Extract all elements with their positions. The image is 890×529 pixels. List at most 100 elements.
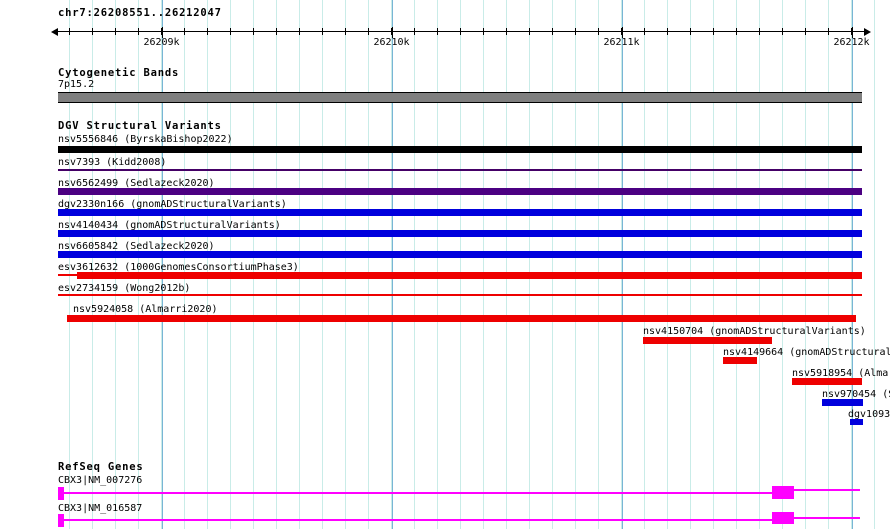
ruler-tick-minor xyxy=(368,28,370,35)
ruler-tick-minor xyxy=(483,28,485,35)
cytoband-name-label: 7p15.2 xyxy=(58,79,95,90)
gridline-minor xyxy=(575,0,577,529)
variant-bar[interactable] xyxy=(58,294,862,296)
ruler-tick-minor xyxy=(713,28,715,35)
variant-label[interactable]: nsv7393 (Kidd2008) xyxy=(58,157,166,168)
variant-bar[interactable] xyxy=(822,399,863,406)
gene-intron-line[interactable] xyxy=(794,489,860,491)
gridline-major xyxy=(621,0,623,529)
gene-exon[interactable] xyxy=(58,514,64,527)
gene-intron-line[interactable] xyxy=(794,517,860,519)
ruler-tick-minor xyxy=(598,28,600,35)
ruler-tick-minor xyxy=(276,28,278,35)
gene-label[interactable]: CBX3|NM_007276 xyxy=(58,475,142,486)
ruler-tick-label: 26209k xyxy=(143,37,180,48)
section-title-cytobands: Cytogenetic Bands xyxy=(58,67,180,79)
ruler-tick-minor xyxy=(437,28,439,35)
section-title-refseq: RefSeq Genes xyxy=(58,461,144,473)
ruler-tick-minor xyxy=(253,28,255,35)
section-title-dgv: DGV Structural Variants xyxy=(58,120,222,132)
gridline-minor xyxy=(713,0,715,529)
variant-bar[interactable] xyxy=(58,169,862,171)
gridline-minor xyxy=(644,0,646,529)
variant-bar[interactable] xyxy=(67,315,856,322)
variant-bar[interactable] xyxy=(723,357,757,364)
gridline-minor xyxy=(368,0,370,529)
ruler-tick-minor xyxy=(736,28,738,35)
ruler-tick-minor xyxy=(759,28,761,35)
ruler-tick-minor xyxy=(345,28,347,35)
variant-label[interactable]: nsv5924058 (Almarri2020) xyxy=(73,304,218,315)
gridline-minor xyxy=(322,0,324,529)
gridline-minor xyxy=(552,0,554,529)
ruler-tick-minor xyxy=(644,28,646,35)
ruler-tick-minor xyxy=(138,28,140,35)
ruler-tick-minor xyxy=(92,28,94,35)
ruler-tick-minor xyxy=(690,28,692,35)
variant-bar[interactable] xyxy=(77,272,862,279)
variant-label[interactable]: nsv5556846 (ByrskaBishop2022) xyxy=(58,134,233,145)
ruler-tick-minor xyxy=(69,28,71,35)
cytoband-bar[interactable] xyxy=(58,92,862,103)
genome-browser-canvas: 26209k 26210k 26211k 26212k chr7:26208551..… xyxy=(0,0,890,529)
ruler-arrow-left xyxy=(51,28,58,36)
ruler-tick-minor xyxy=(782,28,784,35)
ruler-tick-minor xyxy=(460,28,462,35)
ruler-tick-label: 26211k xyxy=(603,37,640,48)
gridline-minor xyxy=(529,0,531,529)
gridline-minor xyxy=(759,0,761,529)
variant-label[interactable]: nsv4150704 (gnomADStructuralVariants) xyxy=(643,326,866,337)
gridline-minor xyxy=(483,0,485,529)
ruler-tick-minor xyxy=(230,28,232,35)
ruler-tick-minor xyxy=(575,28,577,35)
gridline-minor xyxy=(828,0,830,529)
gridline-minor xyxy=(506,0,508,529)
gridline-minor xyxy=(805,0,807,529)
ruler-tick-label: 26212k xyxy=(833,37,870,48)
ruler-tick-minor xyxy=(828,28,830,35)
gridline-minor xyxy=(414,0,416,529)
ruler-tick-label: 26210k xyxy=(373,37,410,48)
ruler-tick-minor xyxy=(184,28,186,35)
gridline-minor xyxy=(874,0,876,529)
ruler-tick-minor xyxy=(805,28,807,35)
gridline-major xyxy=(851,0,853,529)
gene-exon[interactable] xyxy=(58,487,64,500)
ruler-arrow-right xyxy=(864,28,871,36)
gridline-minor xyxy=(736,0,738,529)
variant-bar[interactable] xyxy=(58,230,862,237)
ruler-tick-minor xyxy=(506,28,508,35)
variant-bar[interactable] xyxy=(58,274,77,276)
ruler-tick-minor xyxy=(552,28,554,35)
gene-exon[interactable] xyxy=(772,512,794,524)
variant-bar[interactable] xyxy=(58,188,862,195)
ruler-tick-minor xyxy=(115,28,117,35)
region-label: chr7:26208551..26212047 xyxy=(58,7,222,19)
gridline-minor xyxy=(460,0,462,529)
ruler-tick-minor xyxy=(414,28,416,35)
ruler-tick-minor xyxy=(667,28,669,35)
variant-bar[interactable] xyxy=(850,419,863,425)
ruler-tick-minor xyxy=(322,28,324,35)
variant-bar[interactable] xyxy=(792,378,862,385)
gridline-minor xyxy=(690,0,692,529)
ruler-tick-minor xyxy=(299,28,301,35)
gridline-minor xyxy=(598,0,600,529)
variant-bar[interactable] xyxy=(58,146,862,153)
gene-exon[interactable] xyxy=(772,486,794,499)
gridline-minor xyxy=(437,0,439,529)
gene-label[interactable]: CBX3|NM_016587 xyxy=(58,503,142,514)
gene-intron-line[interactable] xyxy=(64,492,772,494)
ruler-tick-minor xyxy=(207,28,209,35)
variant-bar[interactable] xyxy=(58,251,862,258)
variant-bar[interactable] xyxy=(643,337,772,344)
variant-bar[interactable] xyxy=(58,209,862,216)
gridline-minor xyxy=(299,0,301,529)
ruler-tick-minor xyxy=(529,28,531,35)
gridline-major xyxy=(391,0,393,529)
gridline-minor xyxy=(667,0,669,529)
variant-label[interactable]: esv2734159 (Wong2012b) xyxy=(58,283,190,294)
gene-intron-line[interactable] xyxy=(64,519,772,521)
gridline-minor xyxy=(782,0,784,529)
gridline-minor xyxy=(345,0,347,529)
